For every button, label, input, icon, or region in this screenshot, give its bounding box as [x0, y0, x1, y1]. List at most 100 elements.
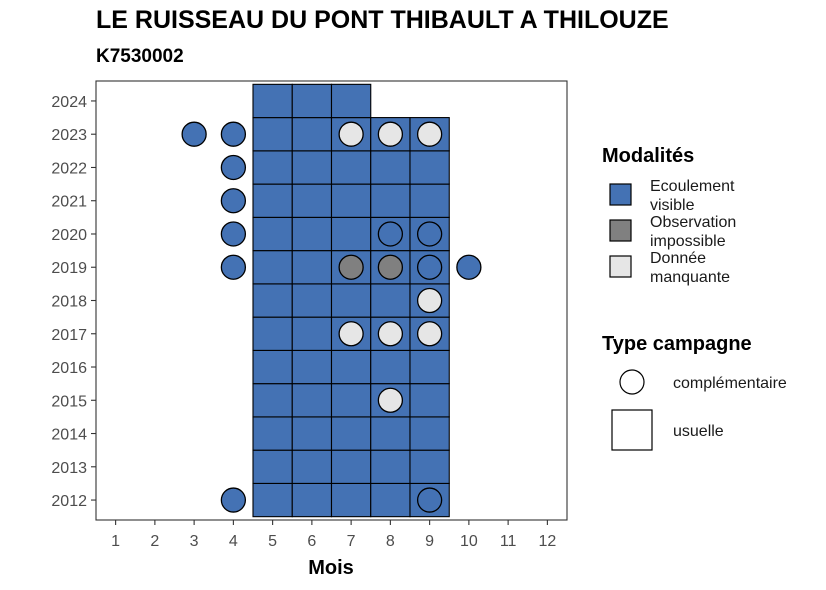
point-complementaire [377, 121, 404, 147]
point-complementaire [181, 121, 207, 147]
point-complementaire [220, 254, 247, 280]
y-tick-label: 2012 [51, 493, 87, 510]
point-complementaire [338, 254, 364, 280]
point-complementaire [416, 221, 443, 247]
tile-usuelle [409, 150, 450, 185]
tile-usuelle [252, 383, 293, 418]
point-complementaire [220, 121, 247, 147]
tile-usuelle [370, 482, 411, 518]
tile-usuelle [409, 183, 450, 218]
legend-key-square [609, 183, 632, 206]
point-complementaire [338, 321, 364, 347]
tile-usuelle [330, 183, 372, 218]
tile-usuelle [291, 449, 333, 484]
y-tick-label: 2023 [51, 127, 87, 144]
y-tick-label: 2013 [51, 460, 87, 477]
x-axis-title: Mois [308, 557, 354, 579]
x-tick-label: 5 [268, 533, 277, 550]
y-axis: 2012 2013 2014 2015 2016 2017 2018 2019 2020 2021… [51, 94, 96, 510]
chart: 1 2 3 4 5 6 7 8 9 10 11 12 201220132014201520162017… [51, 80, 787, 579]
point-complementaire [416, 321, 443, 347]
tile-usuelle [252, 216, 293, 252]
tile-usuelle [330, 449, 372, 484]
tile-usuelle [291, 250, 333, 285]
legend-type-title: Type campagne [602, 333, 752, 355]
legend-type-campagne: Type campagne complémentaire usuelle [602, 333, 787, 451]
tile-usuelle [291, 283, 333, 318]
tile-usuelle [252, 416, 293, 451]
x-tick-label: 12 [538, 533, 556, 550]
tile-usuelle [330, 416, 372, 451]
tile-usuelle [409, 449, 450, 484]
y-tick-label: 2015 [51, 393, 87, 410]
tile-usuelle [330, 216, 372, 252]
legend-label: visible [650, 197, 695, 214]
x-tick-label: 2 [150, 533, 159, 550]
x-tick-label: 3 [190, 533, 199, 550]
tile-usuelle [330, 383, 372, 418]
tile-usuelle [252, 117, 293, 152]
tile-usuelle [252, 316, 293, 351]
point-complementaire [377, 387, 404, 413]
tile-usuelle [291, 383, 333, 418]
legend-square-key [611, 409, 653, 451]
legend-label: Ecoulement [650, 178, 735, 195]
y-tick-label: 2014 [51, 427, 87, 444]
legend-label: usuelle [673, 423, 724, 440]
x-tick-label: 8 [386, 533, 395, 550]
legend-key-square [609, 219, 632, 242]
x-tick-label: 11 [500, 533, 517, 550]
legend-modalites-title: Modalités [602, 145, 694, 167]
tile-usuelle [370, 449, 411, 484]
legend-label: impossible [650, 233, 726, 250]
point-complementaire [338, 121, 364, 147]
tile-usuelle [291, 150, 333, 185]
tile-usuelle [252, 150, 293, 185]
tile-usuelle [291, 183, 333, 218]
legend-label: complémentaire [673, 375, 787, 392]
tile-usuelle [252, 283, 293, 318]
tile-usuelle [370, 349, 411, 385]
tile-usuelle [370, 150, 411, 185]
legend-key-square [609, 255, 632, 278]
legend-label: manquante [650, 269, 730, 286]
x-tick-label: 1 [111, 533, 120, 550]
tile-usuelle [252, 449, 293, 484]
y-tick-label: 2020 [51, 227, 87, 244]
tile-usuelle [330, 482, 372, 518]
tile-usuelle [291, 83, 333, 119]
tile-usuelle [252, 349, 293, 385]
point-complementaire [220, 487, 247, 513]
tile-usuelle [291, 349, 333, 385]
y-tick-label: 2024 [51, 94, 87, 111]
tile-usuelle [330, 283, 372, 318]
point-complementaire [220, 221, 247, 247]
tile-usuelle [409, 383, 450, 418]
point-complementaire [377, 254, 404, 280]
y-tick-label: 2022 [51, 160, 87, 177]
point-complementaire [220, 188, 247, 214]
tile-usuelle [370, 183, 411, 218]
point-complementaire [377, 321, 404, 347]
x-tick-label: 9 [425, 533, 434, 550]
tile-usuelle [291, 117, 333, 152]
legend-label: Donnée [650, 250, 706, 267]
x-axis: 1 2 3 4 5 6 7 8 9 10 11 12 [111, 520, 556, 550]
point-complementaire [416, 287, 443, 314]
tile-usuelle [409, 416, 450, 451]
point-complementaire [220, 154, 247, 181]
tile-usuelle [291, 216, 333, 252]
point-complementaire [456, 254, 482, 280]
x-tick-label: 7 [347, 533, 356, 550]
legend-modalites: Modalités Ecoulement visibleObservation imp… [602, 145, 736, 286]
tile-usuelle [370, 283, 411, 318]
point-complementaire [416, 487, 443, 513]
point-complementaire [416, 121, 443, 147]
tile-usuelle [370, 416, 411, 451]
tile-usuelle [330, 349, 372, 385]
tile-usuelle [409, 349, 450, 385]
x-tick-label: 6 [307, 533, 316, 550]
x-tick-label: 4 [229, 533, 238, 550]
tile-usuelle [252, 83, 293, 119]
legend-label: Observation [650, 214, 736, 231]
